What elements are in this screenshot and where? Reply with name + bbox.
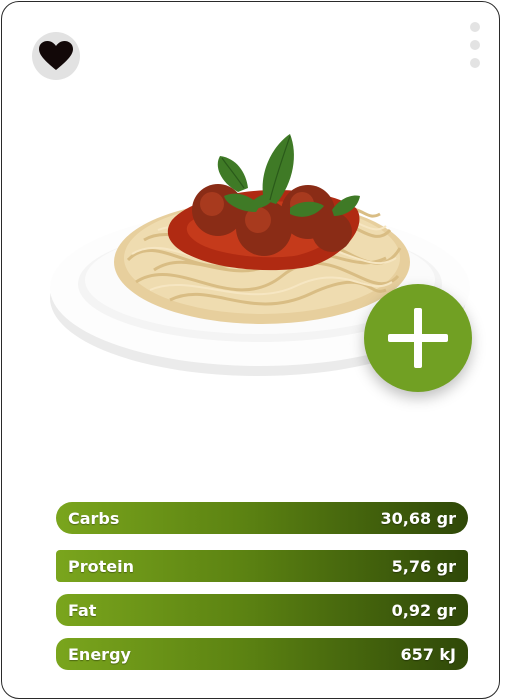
add-button[interactable] — [364, 284, 472, 392]
nutrition-value: 30,68 gr — [380, 508, 456, 528]
nutrition-label: Carbs — [68, 508, 120, 528]
nutrition-value: 657 kJ — [400, 644, 456, 664]
nutrition-label: Protein — [68, 556, 134, 576]
nutrition-value: 5,76 gr — [391, 556, 456, 576]
nutrition-value: 0,92 gr — [391, 600, 456, 620]
nutrition-label: Fat — [68, 600, 97, 620]
heart-icon — [39, 41, 73, 70]
kebab-menu-icon[interactable] — [468, 22, 482, 70]
nutrition-label: Energy — [68, 644, 131, 664]
nutrition-row-carbs: Carbs 30,68 gr — [56, 502, 468, 534]
nutrition-row-fat: Fat 0,92 gr — [56, 594, 468, 626]
nutrition-row-energy: Energy 657 kJ — [56, 638, 468, 670]
favorite-button[interactable] — [32, 32, 80, 80]
nutrition-row-protein: Protein 5,76 gr — [56, 550, 468, 582]
food-card: Carbs 30,68 gr Protein 5,76 gr Fat 0,92 … — [1, 1, 500, 699]
dish-title-placeholder — [50, 410, 230, 458]
